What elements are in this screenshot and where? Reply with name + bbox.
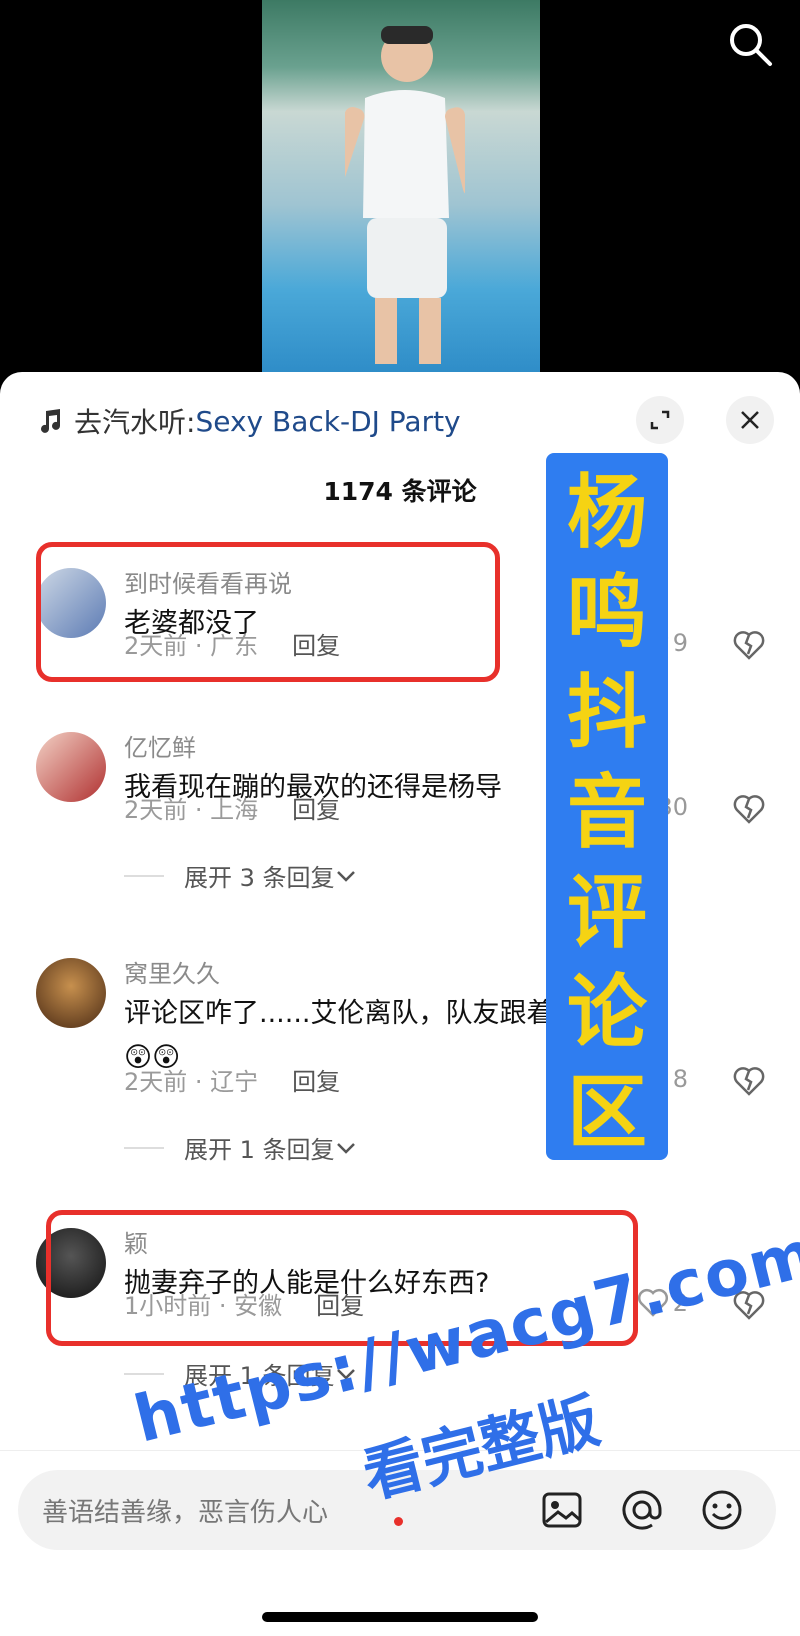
divider-line [124,1146,164,1149]
divider-line [124,1372,164,1375]
banner-char: 杨 [567,466,647,559]
music-song: Sexy Back-DJ Party [195,404,461,438]
banner-char: 音 [567,766,647,859]
comment-username[interactable]: 窝里久久 [124,954,220,989]
expand-replies[interactable]: 展开 3 条回复 [124,858,357,893]
comment-time-location: 2天前 · 上海 [124,796,259,824]
comment-input-placeholder: 善语结善缘，恶言伤人心 [42,1498,329,1528]
expand-replies[interactable]: 展开 1 条回复 [124,1130,357,1165]
broken-heart-icon[interactable] [732,792,766,826]
avatar[interactable] [36,732,106,802]
close-button[interactable] [726,396,774,444]
banner-char: 鸣 [567,566,647,659]
avatar[interactable] [36,958,106,1028]
like-count: 8 [672,1065,688,1093]
comment-count: 1174 条评论 [323,477,477,506]
reply-button[interactable]: 回复 [292,796,340,824]
emoji-icon[interactable] [698,1486,746,1534]
comment-username[interactable]: 亿忆鲜 [124,728,196,763]
comment-time-location: 2天前 · 辽宁 [124,1068,259,1096]
video-person [345,26,465,364]
image-icon[interactable] [538,1486,586,1534]
music-link[interactable]: 去汽水听: Sexy Back-DJ Party [36,396,461,446]
notification-dot [394,1517,403,1526]
video-area[interactable] [0,0,800,372]
expand-replies-label: 展开 1 条回复 [184,1136,335,1164]
broken-heart-icon[interactable] [732,628,766,662]
banner-char: 抖 [567,666,647,759]
banner-char: 区 [567,1066,647,1159]
title-banner: 杨 鸣 抖 音 评 论 区 [546,453,668,1160]
chevron-down-icon [336,870,355,882]
reply-button[interactable]: 回复 [292,1068,340,1096]
at-mention-icon[interactable] [618,1486,666,1534]
like-count: 9 [672,629,688,657]
broken-heart-icon[interactable] [732,1064,766,1098]
close-icon [741,411,759,429]
highlight-box [36,542,500,682]
expand-fullscreen-button[interactable] [636,396,684,444]
comment-meta: 2天前 · 上海 回复 [124,790,340,825]
chevron-down-icon [336,1142,355,1154]
expand-icon [650,410,670,430]
home-indicator[interactable] [262,1612,538,1622]
banner-char: 论 [567,966,647,1059]
divider-line [124,874,164,877]
sheet-header: 去汽水听: Sexy Back-DJ Party [0,396,800,446]
music-prefix: 去汽水听: [74,406,196,439]
comment-meta: 2天前 · 辽宁 回复 [124,1062,340,1097]
search-icon[interactable] [726,20,774,68]
music-note-icon [41,409,60,433]
expand-replies-label: 展开 3 条回复 [184,864,335,892]
banner-char: 评 [567,866,647,959]
